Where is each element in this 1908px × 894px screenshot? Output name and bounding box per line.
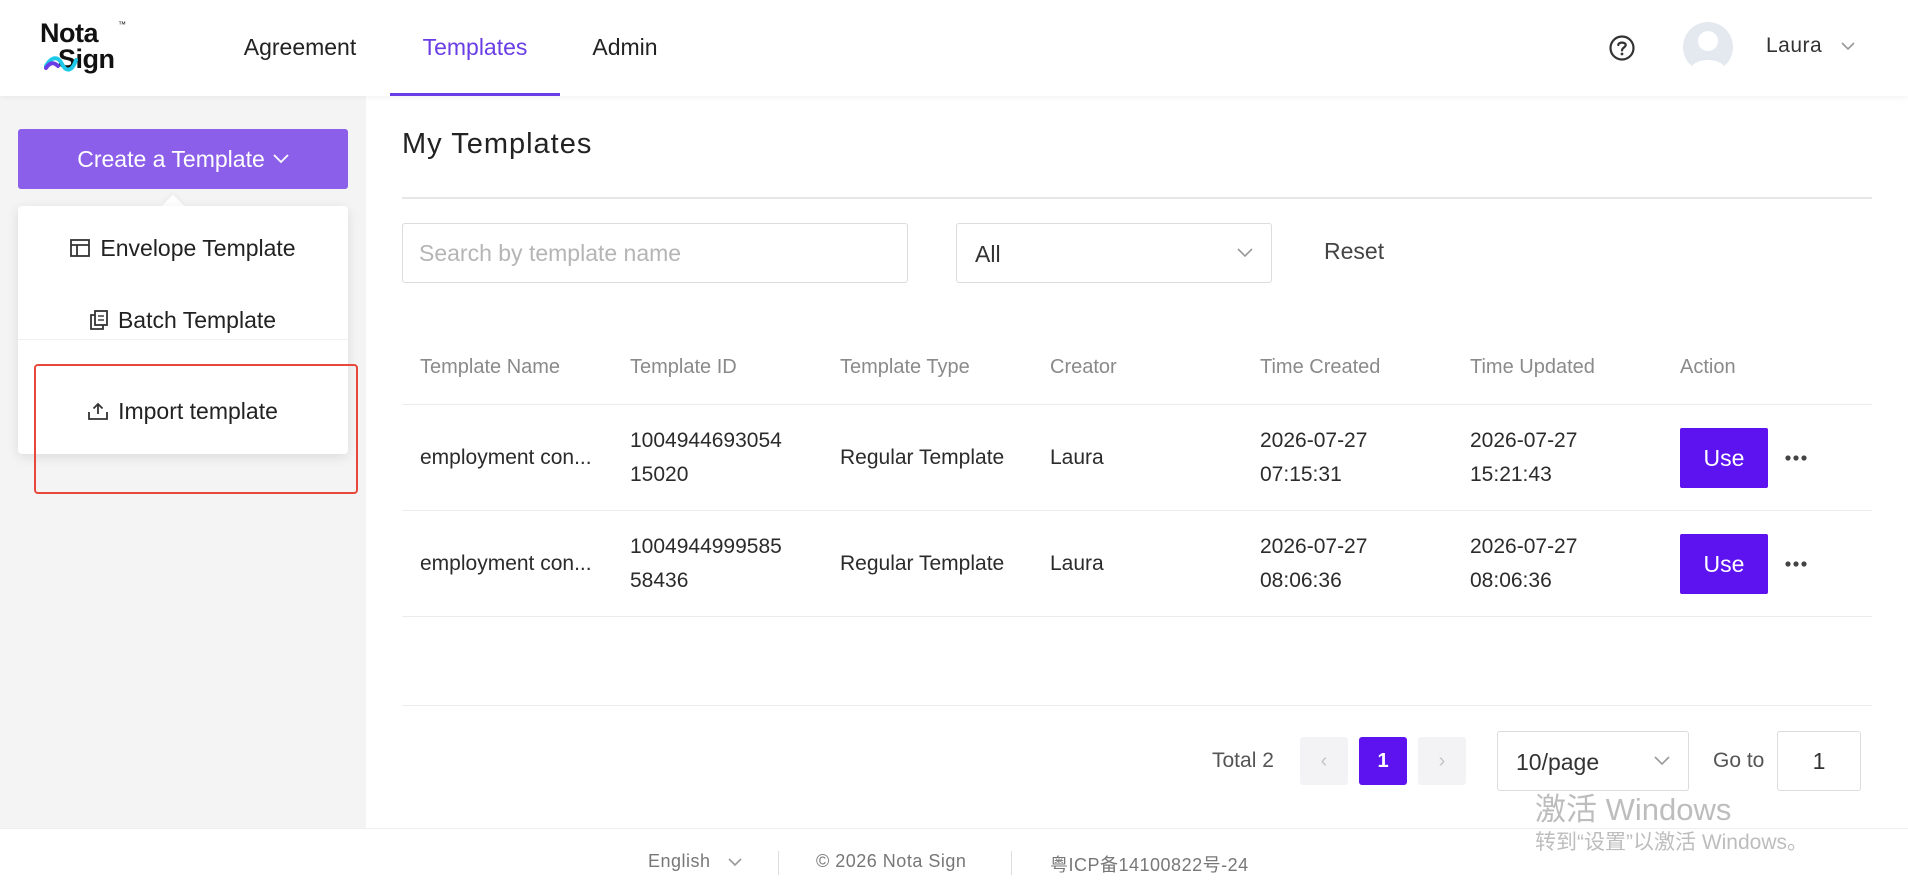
time-created-date: 2026-07-27: [1260, 429, 1368, 452]
menu-item-batch-template[interactable]: Batch Template: [18, 300, 348, 340]
menu-divider: [18, 339, 348, 340]
time-updated-time: 08:06:36: [1470, 569, 1552, 592]
template-type-cell: Regular Template: [840, 446, 1005, 469]
goto-label: Go to: [1713, 749, 1765, 772]
column-header-template-type: Template Type: [840, 356, 970, 378]
pagination-next-button[interactable]: ›: [1418, 737, 1466, 785]
active-tab-underline: [390, 93, 560, 96]
chevron-down-icon: [273, 154, 289, 164]
user-name[interactable]: Laura: [1766, 34, 1822, 58]
footer-separator: [778, 851, 779, 875]
pagination-divider: [402, 705, 1872, 706]
help-icon[interactable]: [1608, 34, 1636, 62]
goto-page-input[interactable]: [1777, 731, 1861, 791]
menu-item-envelope-template[interactable]: Envelope Template: [18, 228, 348, 268]
time-created-time: 08:06:36: [1260, 569, 1342, 592]
time-created-time: 07:15:31: [1260, 463, 1342, 486]
windows-activation-watermark: 激活 Windows: [1535, 792, 1732, 827]
column-header-creator: Creator: [1050, 356, 1117, 378]
chevron-down-icon: [1237, 248, 1253, 258]
page-size-select[interactable]: 10/page: [1497, 731, 1689, 791]
creator-cell: Laura: [1050, 552, 1104, 575]
time-updated-date: 2026-07-27: [1470, 429, 1578, 452]
time-created-date: 2026-07-27: [1260, 535, 1368, 558]
tab-templates[interactable]: Templates: [390, 0, 560, 96]
table-row-divider: [402, 616, 1872, 617]
top-header: Nota ™ Sign Agreement Templates Admin La…: [0, 0, 1908, 96]
column-header-time-updated: Time Updated: [1470, 356, 1595, 378]
create-template-button[interactable]: Create a Template: [18, 129, 348, 189]
language-selector[interactable]: English: [648, 851, 742, 872]
column-header-time-created: Time Created: [1260, 356, 1381, 378]
template-name-cell[interactable]: employment con...: [420, 441, 592, 475]
title-divider: [402, 197, 1872, 199]
table-row-divider: [402, 510, 1872, 511]
reset-button[interactable]: Reset: [1324, 238, 1384, 265]
highlight-annotation-box: [34, 364, 358, 494]
more-options-icon[interactable]: [1784, 560, 1808, 568]
user-avatar-icon: [1689, 31, 1727, 72]
chevron-down-icon: [1654, 756, 1670, 766]
avatar[interactable]: [1683, 22, 1733, 72]
column-header-template-name: Template Name: [420, 356, 561, 378]
copy-icon: [90, 310, 108, 330]
column-header-template-id: Template ID: [630, 356, 737, 378]
main-content: [366, 96, 1908, 828]
pagination-total: Total 2: [1212, 749, 1274, 772]
chevron-down-icon: [728, 858, 742, 867]
template-id-cell-cont: 15020: [630, 463, 689, 486]
use-button[interactable]: Use: [1680, 428, 1768, 488]
search-input[interactable]: [402, 223, 908, 283]
template-type-cell: Regular Template: [840, 552, 1005, 575]
more-options-icon[interactable]: [1784, 454, 1808, 462]
nota-sign-logo[interactable]: Nota ™ Sign: [38, 18, 148, 78]
tab-admin[interactable]: Admin: [580, 0, 670, 96]
footer-separator: [1011, 851, 1012, 875]
template-name-cell[interactable]: employment con...: [420, 547, 592, 581]
time-updated-date: 2026-07-27: [1470, 535, 1578, 558]
copyright: © 2026 Nota Sign: [816, 851, 967, 871]
creator-cell: Laura: [1050, 446, 1104, 469]
pagination-page-1[interactable]: 1: [1359, 737, 1407, 785]
template-id-cell: 1004944693054: [630, 429, 782, 452]
template-id-cell-cont: 58436: [630, 569, 689, 592]
icp-license[interactable]: 粤ICP备14100822号-24: [1050, 851, 1249, 877]
chevron-down-icon[interactable]: [1841, 42, 1855, 51]
table-row-divider: [402, 404, 1872, 405]
time-updated-time: 15:21:43: [1470, 463, 1552, 486]
tab-agreement[interactable]: Agreement: [234, 0, 366, 96]
template-id-cell: 1004944999585: [630, 535, 782, 558]
layout-icon: [70, 239, 91, 257]
logo-wave-icon: [44, 56, 78, 72]
use-button[interactable]: Use: [1680, 534, 1768, 594]
page-title: My Templates: [402, 128, 593, 160]
template-type-select[interactable]: All: [956, 223, 1272, 283]
windows-activation-hint: 转到“设置”以激活 Windows。: [1535, 831, 1809, 854]
pagination-prev-button[interactable]: ‹: [1300, 737, 1348, 785]
column-header-action: Action: [1680, 356, 1736, 378]
